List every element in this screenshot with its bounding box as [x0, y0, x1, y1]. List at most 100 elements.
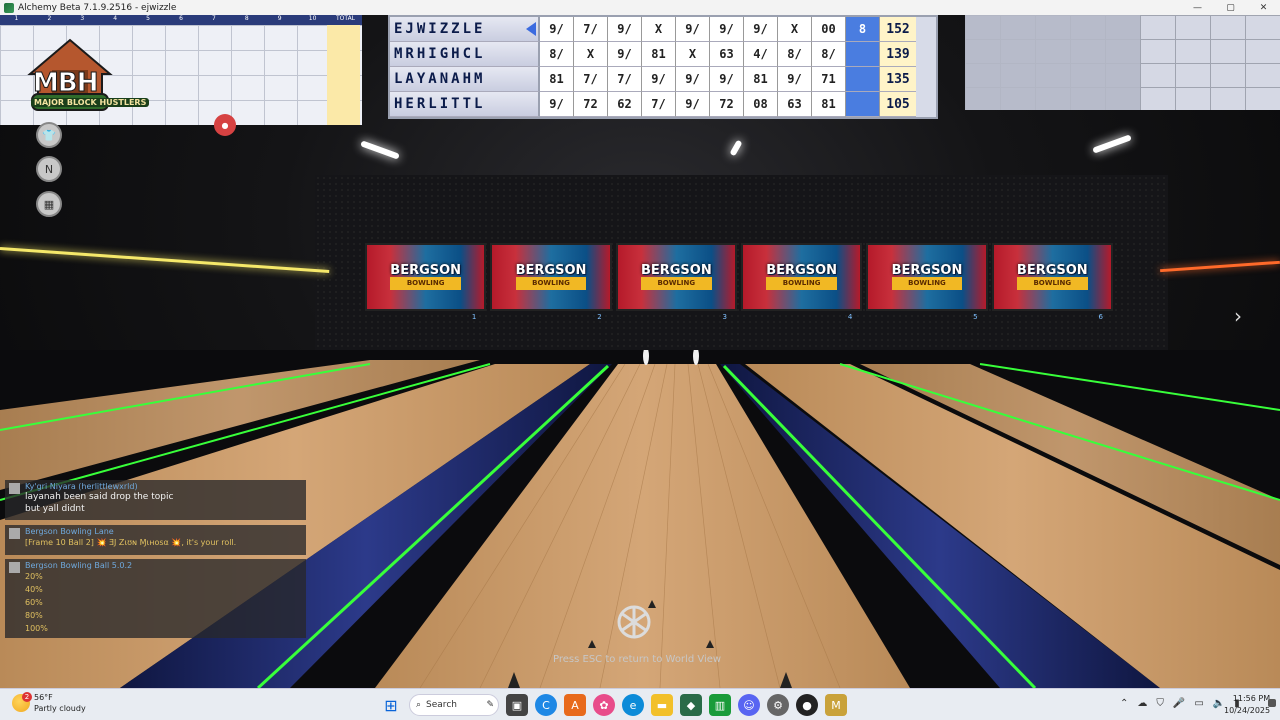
windows-start-icon[interactable]: ⊞	[380, 694, 402, 716]
system-tray: ⌃ ☁ ⛉ 🎤 ▭ 🔈 ▮	[1120, 698, 1240, 709]
power-option-100[interactable]: 100%	[25, 622, 302, 635]
frame-cell: 9/	[778, 67, 812, 92]
lane-number: 5	[973, 313, 978, 321]
taskbar-search[interactable]: ⌕ Search ✎	[409, 694, 499, 716]
frame-cell: X	[676, 42, 710, 67]
alchemy-taskbar-icon[interactable]: ◆	[680, 694, 702, 716]
weather-icon: 2	[12, 692, 32, 712]
power-option-20[interactable]: 20%	[25, 570, 302, 583]
frame-cell: 9/	[710, 67, 744, 92]
frame-cell: 00	[812, 17, 846, 42]
notification-icon[interactable]	[1268, 699, 1276, 707]
microphone-icon[interactable]: 🎤	[1173, 698, 1185, 709]
player-total: 139	[880, 42, 916, 67]
frame-cell: 9/	[744, 17, 778, 42]
bergson-bowling-logo: BERGSON BOWLING	[390, 264, 462, 290]
shield-icon[interactable]: ⛉	[1156, 698, 1164, 709]
frame-number: 8	[244, 15, 249, 22]
weather-desc: Partly cloudy	[34, 704, 86, 713]
discord-icon[interactable]: ☺	[738, 694, 760, 716]
lane-banner: BERGSON BOWLING 3	[615, 243, 737, 321]
shirt-icon[interactable]: 👕	[36, 122, 62, 148]
mbh-taskbar-icon[interactable]: M	[825, 694, 847, 716]
search-highlight-icon: ✎	[486, 700, 494, 710]
pattern-icon[interactable]: ▦	[36, 191, 62, 217]
bergson-bowling-logo: BERGSON BOWLING	[766, 264, 838, 290]
frame-cell	[846, 42, 880, 67]
red-badge-icon[interactable]: ●	[214, 114, 236, 136]
network-icon[interactable]: ▭	[1194, 698, 1203, 709]
lane-banner: BERGSON BOWLING 5	[866, 243, 988, 321]
frame-cell: 7/	[642, 92, 676, 117]
weather-temp: 56°F	[34, 693, 53, 702]
frame-cell: 63	[710, 42, 744, 67]
bergson-bowling-logo: BERGSON BOWLING	[640, 264, 712, 290]
lane-banner: BERGSON BOWLING 6	[991, 243, 1113, 321]
lane-banners: BERGSON BOWLING 1 BERGSON BOWLING 2 BERGSO…	[365, 243, 1113, 321]
lane-number: 1	[471, 313, 477, 321]
edge-icon[interactable]: e	[622, 694, 644, 716]
frame-number: 6	[179, 15, 183, 22]
frame-cell: 8/	[540, 42, 574, 67]
taskbar-apps: ⊞ ⌕ Search ✎ ▣ C A ✿ e ▬ ◆ ▥ ☺ ⚙ ● M	[380, 694, 847, 716]
bergson-bowling-logo: BERGSON BOWLING	[891, 264, 963, 290]
chat-speaker[interactable]: Ky'gri Niyara (herlittlewxrld)	[25, 482, 302, 491]
frame-number: 5	[146, 15, 150, 22]
app-a-icon[interactable]: A	[564, 694, 586, 716]
task-view-icon[interactable]: ▣	[506, 694, 528, 716]
frame-cell: 81	[540, 67, 574, 92]
window-title: Alchemy Beta 7.1.9.2516 - ejwizzle	[18, 2, 177, 13]
copilot-icon[interactable]: C	[535, 694, 557, 716]
player-total: 152	[880, 17, 916, 42]
power-option-40[interactable]: 40%	[25, 583, 302, 596]
chart-app-icon[interactable]: ▥	[709, 694, 731, 716]
frame-cell: 72	[574, 92, 608, 117]
chat-speaker[interactable]: Bergson Bowling Lane	[25, 527, 302, 536]
maximize-button[interactable]: ▢	[1214, 0, 1247, 15]
player-row: MRHIGHCL 8/ X 9/ 81 X 63 4/ 8/ 8/ 139	[390, 42, 936, 67]
lane-number: 6	[1098, 313, 1103, 321]
frame-number: 1	[14, 15, 19, 22]
frame-header: 1 2 3 4 5 6 7 8 9 10 TOTAL	[0, 15, 362, 25]
main-scoreboard: EJWIZZLE 9/ 7/ 9/ X 9/ 9/ 9/ X 00 8 152 …	[388, 15, 938, 119]
lane-number: 3	[722, 313, 727, 321]
frame-number: 4	[113, 15, 118, 22]
settings-icon[interactable]: ⚙	[767, 694, 789, 716]
weather-widget[interactable]: 2 56°F Partly cloudy	[12, 692, 86, 714]
chevron-up-icon[interactable]: ⌃	[1120, 698, 1128, 709]
pinwheel-icon[interactable]: ✿	[593, 694, 615, 716]
windows-taskbar: 2 56°F Partly cloudy ⊞ ⌕ Search ✎ ▣ C A …	[0, 688, 1280, 720]
bergson-bowling-logo: BERGSON BOWLING	[515, 264, 587, 290]
bergson-bowling-logo: BERGSON BOWLING	[1016, 264, 1088, 290]
obs-icon[interactable]: ●	[796, 694, 818, 716]
player-row: HERLITTL 9/ 72 62 7/ 9/ 72 08 63 81 105	[390, 92, 936, 117]
n-emblem-icon[interactable]: N	[36, 156, 62, 182]
power-option-60[interactable]: 60%	[25, 596, 302, 609]
frame-cell: 72	[710, 92, 744, 117]
neon-light-right	[1160, 260, 1280, 273]
lane-number: 4	[847, 313, 853, 321]
chat-speaker[interactable]: Bergson Bowling Ball 5.0.2	[25, 561, 302, 570]
close-button[interactable]: ✕	[1247, 0, 1280, 15]
frame-number: TOTAL	[335, 15, 356, 22]
file-explorer-icon[interactable]: ▬	[651, 694, 673, 716]
frame-cell: X	[574, 42, 608, 67]
cloud-icon[interactable]: ☁	[1137, 698, 1147, 709]
ceiling-light	[360, 140, 400, 160]
player-name: LAYANAHM	[390, 67, 540, 92]
frame-number: 10	[308, 15, 317, 22]
avatar	[9, 483, 20, 494]
chat-message: Bergson Bowling Lane [Frame 10 Ball 2] 💥…	[5, 525, 306, 555]
frame-cell: 9/	[676, 92, 710, 117]
chat-message: Ky'gri Niyara (herlittlewxrld) layanah b…	[5, 480, 306, 520]
right-scoreboard	[965, 15, 1280, 110]
chat-line: layanah been said drop the topic	[25, 492, 174, 502]
ball-aim-icon[interactable]	[613, 601, 655, 643]
lane-banner: BERGSON BOWLING 4	[740, 243, 863, 321]
frame-cell: 9/	[608, 42, 642, 67]
minimize-button[interactable]: —	[1181, 0, 1214, 15]
frame-cell: 62	[608, 92, 642, 117]
chevron-right-icon[interactable]: ›	[1234, 304, 1242, 328]
power-option-80[interactable]: 80%	[25, 609, 302, 622]
system-clock[interactable]: 11:56 PM 10/24/2025	[1224, 693, 1270, 717]
